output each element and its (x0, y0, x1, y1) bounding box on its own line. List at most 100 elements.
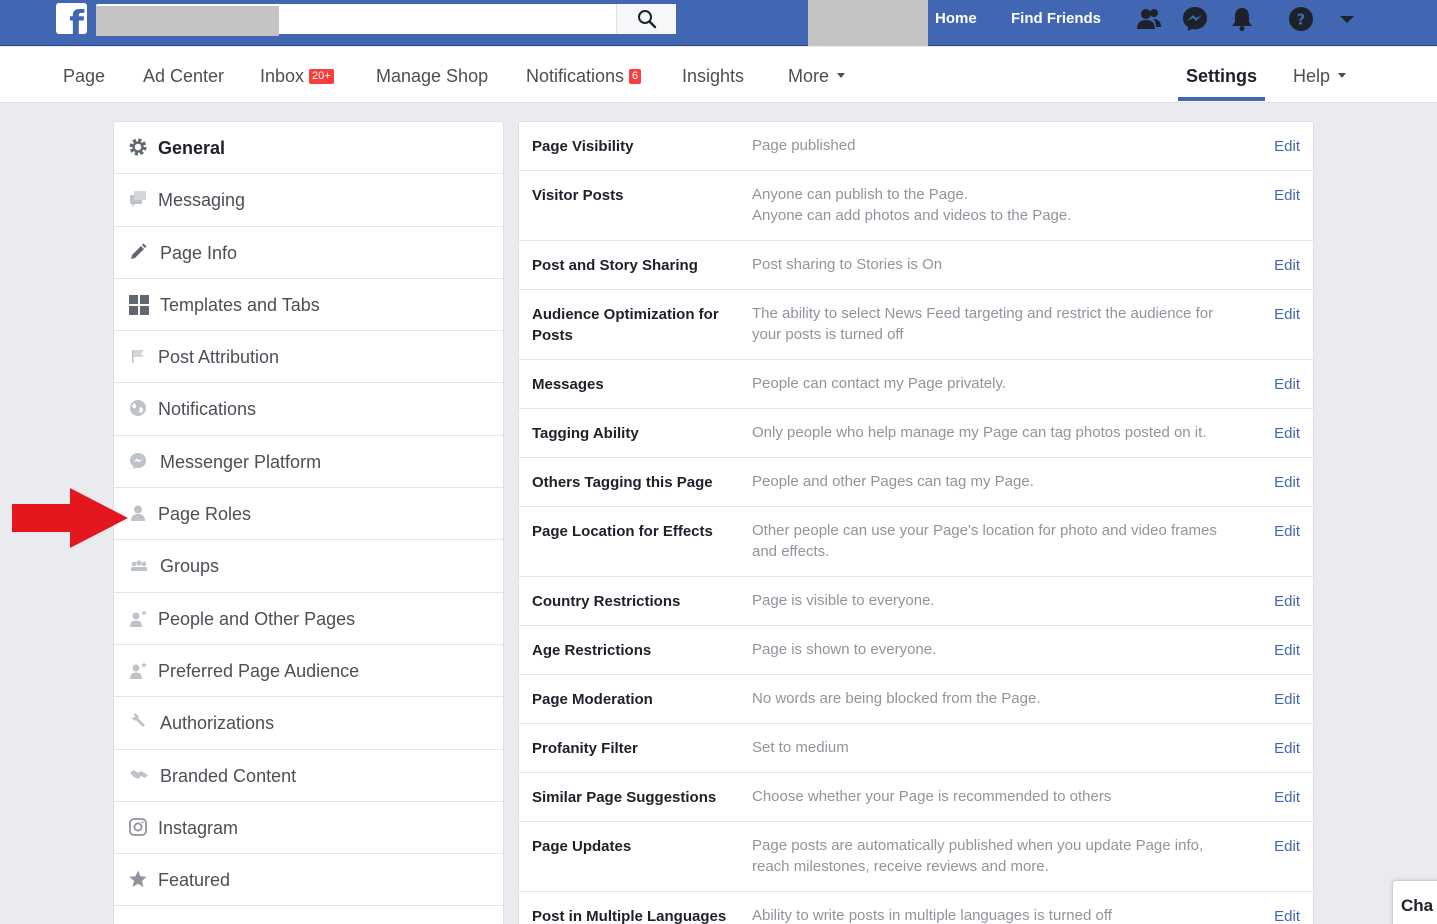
help-caret-icon (1338, 73, 1347, 78)
edit-link[interactable]: Edit (1274, 738, 1300, 759)
setting-title: Tagging Ability (532, 425, 639, 442)
setting-value: Choose whether your Page is recommended … (752, 786, 1242, 807)
setting-value-line: People and other Pages can tag my Page. (752, 473, 1034, 490)
edit-link[interactable]: Edit (1274, 185, 1300, 206)
sidebar-item-general[interactable]: General (114, 122, 503, 175)
notifications-badge: 6 (629, 69, 642, 84)
sidebar-item-label: General (158, 138, 226, 158)
sidebar-item-label: Page Info (160, 242, 238, 263)
sidebar-item-post-attribution[interactable]: Post Attribution (114, 331, 503, 384)
sidebar-item-label: Groups (160, 556, 220, 577)
setting-value: Other people can use your Page's locatio… (752, 520, 1242, 562)
sidebar-item-people-and-other-pages[interactable]: People and Other Pages (114, 593, 503, 645)
settings-row: Post in Multiple Languages Ability to wri… (519, 892, 1313, 924)
nav-more[interactable]: More (788, 65, 846, 87)
edit-link[interactable]: Edit (1274, 304, 1300, 325)
settings-row: Similar Page Suggestions Choose whether y… (519, 773, 1313, 822)
globe-icon (128, 398, 148, 418)
inbox-badge: 20+ (309, 69, 334, 84)
sidebar-item-authorizations[interactable]: Authorizations (114, 697, 503, 750)
setting-value-line: Anyone can publish to the Page. (752, 186, 968, 203)
sidebar-item-instagram[interactable]: Instagram (114, 802, 503, 855)
edit-link[interactable]: Edit (1274, 255, 1300, 276)
help-question-icon[interactable]: ? (1287, 5, 1315, 33)
setting-value: Anyone can publish to the Page. Anyone ca… (752, 184, 1242, 226)
settings-row: Page Updates Page posts are automatically… (519, 822, 1313, 892)
edit-link[interactable]: Edit (1274, 640, 1300, 661)
settings-row: Page Location for Effects Other people ca… (519, 507, 1313, 577)
nav-settings[interactable]: Settings (1186, 65, 1257, 87)
instagram-icon (128, 817, 148, 837)
setting-value-line: Only people who help manage my Page can … (752, 424, 1207, 441)
sidebar-item-preferred-page-audience[interactable]: Preferred Page Audience (114, 645, 503, 698)
person-icon (128, 503, 148, 523)
setting-value: No words are being blocked from the Page… (752, 688, 1242, 709)
sidebar-item-label: People and Other Pages (158, 608, 356, 629)
chat-tab[interactable]: Cha (1392, 880, 1437, 924)
account-menu-caret-icon[interactable] (1334, 9, 1360, 29)
nav-manage-shop-label: Manage Shop (376, 66, 489, 86)
edit-link[interactable]: Edit (1274, 521, 1300, 542)
sidebar-item-notifications[interactable]: Notifications (114, 383, 503, 436)
setting-value-line: Page is visible to everyone. (752, 592, 935, 609)
setting-value-line: Ability to write posts in multiple langu… (752, 907, 1112, 924)
find-friends-link[interactable]: Find Friends (1011, 10, 1101, 28)
search-redacted (96, 6, 279, 36)
sidebar-item-page-roles[interactable]: Page Roles (114, 488, 503, 541)
nav-help[interactable]: Help (1293, 65, 1347, 87)
edit-link[interactable]: Edit (1274, 591, 1300, 612)
sidebar-item-templates-and-tabs[interactable]: Templates and Tabs (114, 279, 503, 332)
setting-title: Country Restrictions (532, 593, 681, 610)
sidebar-item-messenger-platform[interactable]: Messenger Platform (114, 436, 503, 489)
sidebar-item-groups[interactable]: Groups (114, 540, 503, 593)
sidebar-item-label: Post Attribution (158, 347, 280, 368)
settings-row: Post and Story Sharing Post sharing to St… (519, 241, 1313, 290)
nav-inbox[interactable]: Inbox 20+ (260, 65, 334, 87)
messenger-icon[interactable] (1181, 5, 1209, 33)
friend-requests-icon[interactable] (1135, 5, 1163, 33)
sidebar-item-branded-content[interactable]: Branded Content (114, 750, 503, 802)
edit-link[interactable]: Edit (1274, 836, 1300, 857)
setting-title: Post and Story Sharing (532, 257, 698, 274)
nav-ad-center[interactable]: Ad Center (143, 65, 224, 87)
facebook-logo-letter: f (69, 4, 84, 34)
settings-row: Visitor Posts Anyone can publish to the P… (519, 171, 1313, 241)
home-link[interactable]: Home (935, 10, 977, 28)
setting-value-line: Choose whether your Page is recommended … (752, 788, 1112, 805)
nav-insights[interactable]: Insights (682, 65, 744, 87)
pencil-icon (128, 242, 148, 262)
sidebar-item-label: Templates and Tabs (160, 294, 320, 315)
edit-link[interactable]: Edit (1274, 472, 1300, 493)
sidebar-item-label: Messaging (158, 190, 246, 211)
nav-page[interactable]: Page (63, 65, 105, 87)
settings-list: Page Visibility Page published Edit Visitor… (518, 121, 1314, 924)
nav-manage-shop[interactable]: Manage Shop (376, 65, 488, 87)
facebook-logo-icon[interactable]: f (56, 3, 87, 34)
search-icon (638, 10, 657, 29)
profile-redacted[interactable] (808, 0, 928, 46)
sidebar-item-page-info[interactable]: Page Info (114, 227, 503, 279)
more-caret-icon (837, 73, 846, 78)
edit-link[interactable]: Edit (1274, 787, 1300, 808)
notifications-bell-icon[interactable] (1228, 5, 1256, 33)
sidebar-item-label: Messenger Platform (160, 451, 322, 472)
setting-title: Page Moderation (532, 691, 653, 708)
edit-link[interactable]: Edit (1274, 136, 1300, 157)
nav-notifications[interactable]: Notifications 6 (526, 65, 642, 87)
settings-row: Others Tagging this Page People and other… (519, 458, 1313, 507)
setting-value: Set to medium (752, 737, 1242, 758)
person-star-icon (128, 608, 148, 628)
edit-link[interactable]: Edit (1274, 423, 1300, 444)
edit-link[interactable]: Edit (1274, 374, 1300, 395)
sidebar-item-messaging[interactable]: Messaging (114, 174, 503, 227)
wrench-icon (128, 712, 148, 732)
page-navigation: Page Ad Center Inbox 20+ Manage Shop Noti… (0, 47, 1437, 103)
flag-icon (128, 346, 148, 366)
messaging-icon (128, 189, 148, 209)
edit-link[interactable]: Edit (1274, 906, 1300, 924)
sidebar-item-featured[interactable]: Featured (114, 854, 503, 907)
nav-insights-label: Insights (682, 66, 745, 86)
search-input[interactable] (96, 4, 676, 36)
search-button[interactable] (616, 4, 676, 34)
edit-link[interactable]: Edit (1274, 689, 1300, 710)
